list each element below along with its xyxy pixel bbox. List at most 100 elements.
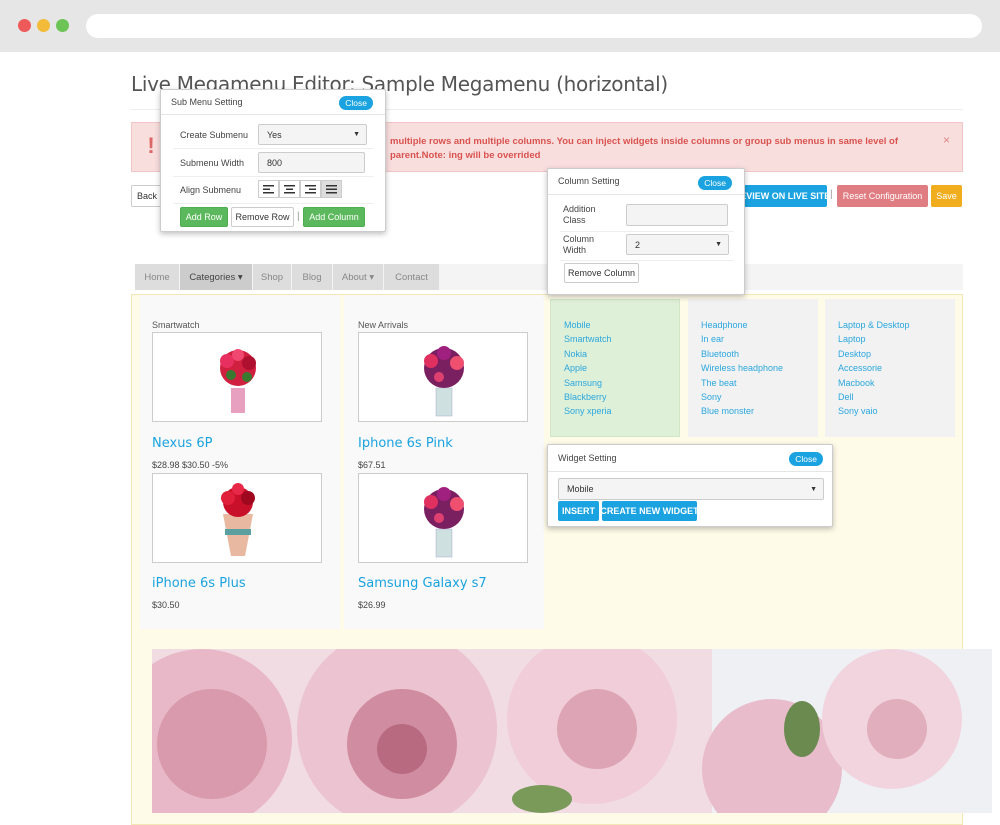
link-item[interactable]: Dell bbox=[838, 392, 854, 402]
column-heading: New Arrivals bbox=[358, 320, 409, 330]
link-column-laptop[interactable]: Laptop & Desktop Laptop Desktop Accessor… bbox=[825, 299, 955, 437]
bouquet-image bbox=[221, 483, 255, 556]
column-width-label: Column Width bbox=[563, 234, 595, 255]
link-item[interactable]: Sony xperia bbox=[564, 406, 612, 416]
create-new-widget-button[interactable]: CREATE NEW WIDGET bbox=[600, 501, 699, 521]
link-column-headphone[interactable]: Headphone In ear Bluetooth Wireless head… bbox=[688, 299, 818, 437]
panel-title: Column Setting bbox=[558, 176, 620, 186]
link-item[interactable]: Apple bbox=[564, 363, 587, 373]
browser-chrome bbox=[0, 0, 1000, 52]
remove-column-button[interactable]: Remove Column bbox=[564, 263, 639, 283]
link-item[interactable]: Nokia bbox=[564, 349, 587, 359]
toolbar-separator: | bbox=[830, 189, 833, 200]
create-submenu-select[interactable]: Yes ▼ bbox=[258, 124, 367, 145]
widget-select[interactable]: Mobile ▼ bbox=[558, 478, 824, 500]
product-name[interactable]: Nexus 6P bbox=[152, 436, 212, 451]
row-divider bbox=[173, 176, 373, 177]
link-item[interactable]: In ear bbox=[701, 334, 724, 344]
close-window-dot[interactable] bbox=[18, 19, 31, 32]
menu-item-categories[interactable]: Categories ▾ bbox=[180, 264, 252, 290]
alert-text: multiple rows and multiple columns. You … bbox=[390, 136, 898, 161]
menu-item-contact[interactable]: Contact bbox=[384, 264, 439, 290]
add-row-button[interactable]: Add Row bbox=[180, 207, 228, 227]
product-name[interactable]: Iphone 6s Pink bbox=[358, 436, 453, 451]
address-bar[interactable] bbox=[86, 14, 982, 38]
menu-item-home[interactable]: Home bbox=[135, 264, 179, 290]
link-item[interactable]: Blackberry bbox=[564, 392, 607, 402]
link-item[interactable]: Samsung bbox=[564, 378, 602, 388]
row-divider bbox=[560, 231, 734, 232]
panel-title: Sub Menu Setting bbox=[171, 97, 243, 107]
close-button[interactable]: Close bbox=[339, 96, 373, 110]
bouquet-image bbox=[424, 487, 464, 558]
minimize-window-dot[interactable] bbox=[37, 19, 50, 32]
panel-title: Widget Setting bbox=[558, 453, 617, 463]
maximize-window-dot[interactable] bbox=[56, 19, 69, 32]
add-column-button[interactable]: Add Column bbox=[303, 207, 365, 227]
column-heading: Smartwatch bbox=[152, 320, 200, 330]
row-divider bbox=[173, 203, 373, 204]
addition-class-input[interactable] bbox=[626, 204, 728, 226]
link-item[interactable]: Accessorie bbox=[838, 363, 882, 373]
link-item[interactable]: Sony vaio bbox=[838, 406, 878, 416]
insert-widget-button[interactable]: INSERT bbox=[558, 501, 599, 521]
link-item[interactable]: Macbook bbox=[838, 378, 875, 388]
row-divider bbox=[173, 148, 373, 149]
column-setting-panel: Column Setting Close Addition Class Colu… bbox=[547, 168, 745, 295]
back-button[interactable]: Back bbox=[131, 185, 163, 207]
link-item[interactable]: Desktop bbox=[838, 349, 871, 359]
link-item[interactable]: Blue monster bbox=[701, 406, 754, 416]
align-left-icon bbox=[263, 184, 274, 193]
product-name[interactable]: iPhone 6s Plus bbox=[152, 576, 246, 591]
product-price: $67.51 bbox=[358, 460, 386, 470]
product-name[interactable]: Samsung Galaxy s7 bbox=[358, 576, 487, 591]
widget-setting-panel: Widget Setting Close Mobile ▼ INSERT CRE… bbox=[547, 444, 833, 527]
submenu-width-input[interactable]: 800 bbox=[258, 152, 365, 173]
close-button[interactable]: Close bbox=[698, 176, 732, 190]
close-button[interactable]: Close bbox=[789, 452, 823, 466]
link-item[interactable]: Sony bbox=[701, 392, 722, 402]
create-submenu-label: Create Submenu bbox=[180, 130, 249, 140]
align-justify-button[interactable] bbox=[321, 180, 342, 198]
panel-separator: | bbox=[297, 211, 300, 222]
link-item[interactable]: The beat bbox=[701, 378, 737, 388]
product-image[interactable] bbox=[152, 332, 322, 422]
chevron-down-icon: ▼ bbox=[353, 131, 360, 138]
menu-item-shop[interactable]: Shop bbox=[253, 264, 291, 290]
menu-item-about[interactable]: About ▾ bbox=[333, 264, 383, 290]
alert-close-icon[interactable]: × bbox=[943, 133, 950, 147]
product-price: $26.99 bbox=[358, 600, 386, 610]
product-image[interactable] bbox=[152, 473, 322, 563]
remove-row-button[interactable]: Remove Row bbox=[231, 207, 294, 227]
save-button[interactable]: Save bbox=[931, 185, 962, 207]
align-center-button[interactable] bbox=[279, 180, 300, 198]
panel-divider bbox=[548, 471, 832, 472]
product-image[interactable] bbox=[358, 473, 528, 563]
align-submenu-label: Align Submenu bbox=[180, 185, 242, 195]
widget-select-value: Mobile bbox=[567, 484, 594, 494]
link-item[interactable]: Laptop & Desktop bbox=[838, 320, 910, 330]
banner-image bbox=[152, 649, 992, 813]
link-item[interactable]: Mobile bbox=[564, 320, 591, 330]
product-image[interactable] bbox=[358, 332, 528, 422]
link-item[interactable]: Laptop bbox=[838, 334, 866, 344]
link-item[interactable]: Wireless headphone bbox=[701, 363, 783, 373]
reset-configuration-button[interactable]: Reset Configuration bbox=[837, 185, 928, 207]
page-viewport: Live Megamenu Editor: Sample Megamenu (h… bbox=[0, 52, 1000, 825]
link-column-mobile[interactable]: Mobile Smartwatch Nokia Apple Samsung Bl… bbox=[550, 299, 680, 437]
chevron-down-icon: ▼ bbox=[810, 485, 817, 493]
link-item[interactable]: Bluetooth bbox=[701, 349, 739, 359]
row-divider bbox=[560, 260, 734, 261]
link-item[interactable]: Smartwatch bbox=[564, 334, 612, 344]
link-item[interactable]: Headphone bbox=[701, 320, 748, 330]
submenu-width-label: Submenu Width bbox=[180, 158, 245, 168]
product-price: $30.50 bbox=[152, 600, 180, 610]
align-right-button[interactable] bbox=[300, 180, 321, 198]
menu-item-blog[interactable]: Blog bbox=[292, 264, 332, 290]
panel-divider bbox=[161, 114, 385, 115]
preview-live-site-button[interactable]: REVIEW ON LIVE SITE bbox=[734, 185, 830, 207]
align-left-button[interactable] bbox=[258, 180, 279, 198]
bouquet-image bbox=[220, 349, 256, 413]
column-width-select[interactable]: 2 ▼ bbox=[626, 234, 729, 255]
submenu-setting-panel: Sub Menu Setting Close Create Submenu Ye… bbox=[160, 89, 386, 232]
